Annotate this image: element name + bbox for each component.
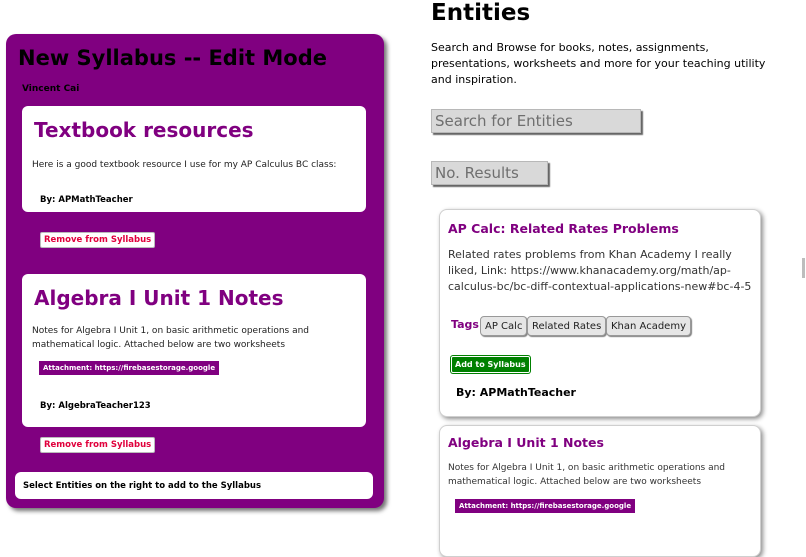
entities-description: Search and Browse for books, notes, assi… [431, 41, 766, 86]
tag-khan-academy[interactable]: Khan Academy [606, 316, 691, 336]
syllabus-hint: Select Entities on the right to add to t… [15, 472, 373, 499]
syllabus-item-description: Notes for Algebra I Unit 1, on basic ari… [32, 326, 310, 350]
syllabus-item-description: Here is a good textbook resource I use f… [32, 160, 337, 170]
search-input[interactable] [431, 109, 641, 133]
remove-from-syllabus-button[interactable]: Remove from Syllabus [40, 232, 156, 248]
entity-card: AP Calc: Related Rates Problems Related … [439, 209, 761, 417]
entity-author: By: APMathTeacher [456, 386, 576, 399]
syllabus-item: Textbook resources Here is a good textbo… [22, 106, 366, 212]
syllabus-item-author: By: AlgebraTeacher123 [40, 401, 151, 411]
scrollbar-thumb[interactable] [802, 258, 805, 278]
syllabus-item-title: Algebra I Unit 1 Notes [34, 286, 284, 310]
tag-ap-calc[interactable]: AP Calc [480, 316, 528, 336]
entity-title: Algebra I Unit 1 Notes [448, 435, 604, 450]
entity-title: AP Calc: Related Rates Problems [448, 221, 679, 236]
attachment-link[interactable]: Attachment: https://firebasestorage.goog… [38, 360, 221, 376]
syllabus-panel: New Syllabus -- Edit Mode Vincent Cai Te… [6, 34, 384, 508]
entities-title: Entities [431, 0, 531, 26]
add-to-syllabus-button[interactable]: Add to Syllabus [451, 356, 530, 373]
remove-from-syllabus-button[interactable]: Remove from Syllabus [40, 437, 156, 453]
tag-related-rates[interactable]: Related Rates [527, 316, 607, 336]
results-count-input[interactable] [431, 161, 548, 185]
syllabus-author: Vincent Cai [22, 84, 80, 94]
entity-description: Notes for Algebra I Unit 1, on basic ari… [448, 463, 726, 487]
syllabus-item-author: By: APMathTeacher [40, 195, 133, 205]
entity-card: Algebra I Unit 1 Notes Notes for Algebra… [439, 425, 761, 557]
attachment-link[interactable]: Attachment: https://firebasestorage.goog… [454, 498, 637, 514]
entity-description: Related rates problems from Khan Academy… [448, 248, 752, 293]
syllabus-title: New Syllabus -- Edit Mode [18, 46, 327, 70]
syllabus-item: Algebra I Unit 1 Notes Notes for Algebra… [22, 274, 366, 427]
tags-label: Tags: [451, 318, 484, 331]
syllabus-item-title: Textbook resources [34, 118, 254, 142]
